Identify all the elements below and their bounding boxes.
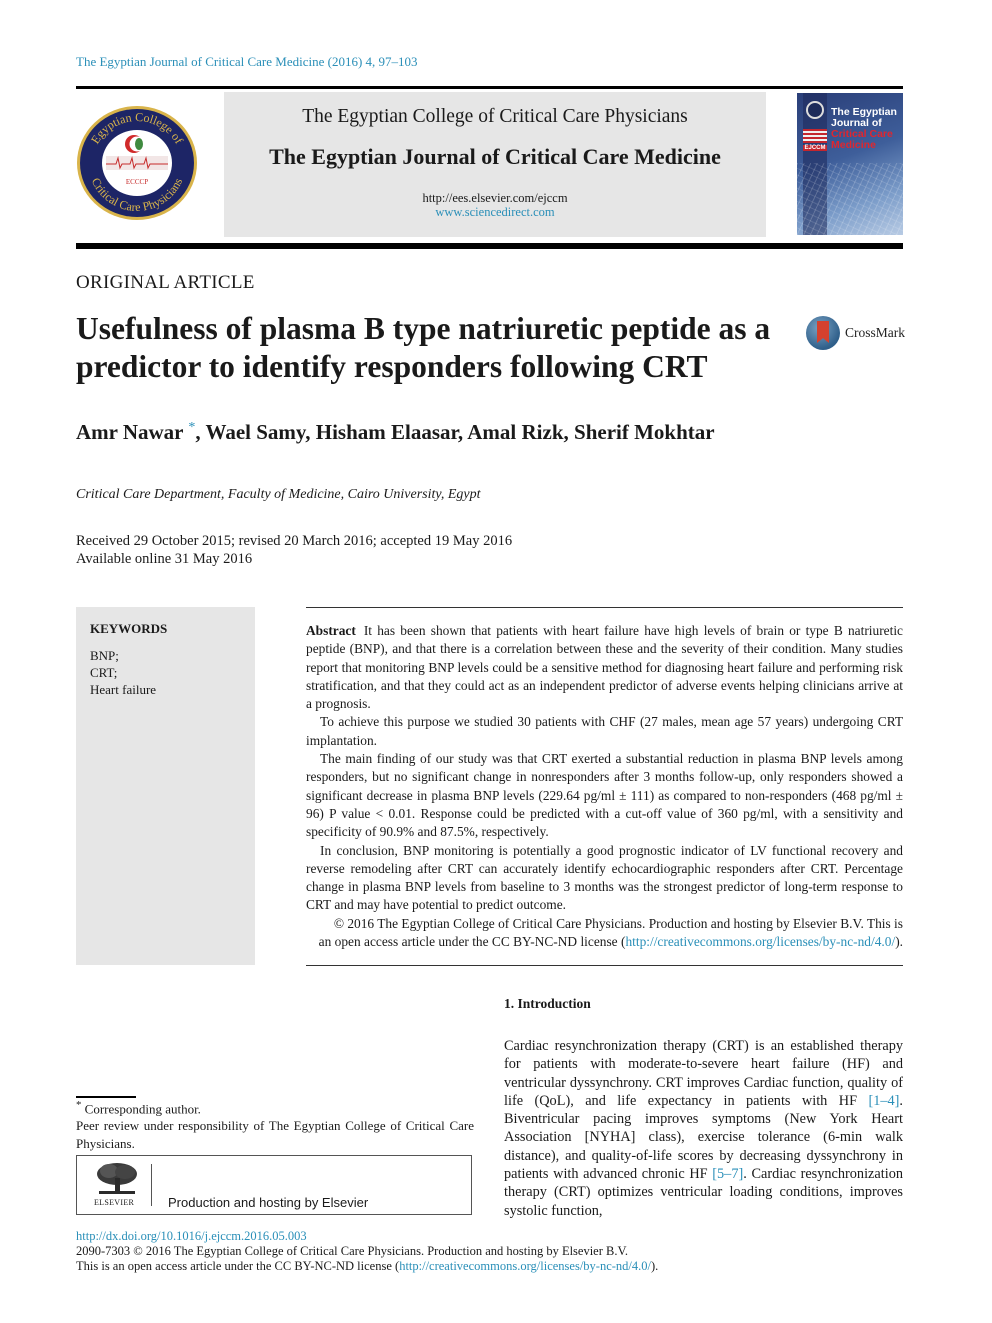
footnote-rule [76,1096,136,1098]
footnote-mark: * [76,1099,82,1111]
license-prefix: This is an open access article under the… [76,1259,400,1273]
doi-link[interactable]: http://dx.doi.org/10.1016/j.ejccm.2016.0… [76,1229,307,1244]
author-list: Amr Nawar *, Wael Samy, Hisham Elaasar, … [76,420,715,445]
keyword-item: Heart failure [90,682,157,697]
cover-seal-icon [806,101,824,119]
elsevier-tree-icon [97,1163,137,1194]
copyright-end: ). [895,934,903,950]
abstract-paragraph: To achieve this purpose we studied 30 pa… [306,714,903,748]
header-rule-bottom [76,243,903,249]
affiliation: Critical Care Department, Faculty of Med… [76,487,481,502]
article-title: Usefulness of plasma B type natriuretic … [76,311,771,384]
authors-rest: , Wael Samy, Hisham Elaasar, Amal Rizk, … [195,420,715,444]
crossmark-button[interactable]: CrossMark [806,316,905,352]
abstract-paragraph: The main finding of our study was that C… [306,751,903,840]
abstract-rule-bottom [306,965,903,966]
journal-reference-link[interactable]: The Egyptian Journal of Critical Care Me… [76,54,418,70]
abstract: Abstract It has been shown that patients … [306,622,903,951]
sciencedirect-link[interactable]: www.sciencedirect.com [224,205,766,220]
crossmark-label: CrossMark [845,325,905,340]
header-rule-top [76,86,903,89]
keyword-item: CRT; [90,665,118,680]
corresponding-author-note: * Corresponding author. [76,1099,201,1117]
online-date: Available online 31 May 2016 [76,551,253,567]
production-hosting-label: Production and hosting by Elsevier [168,1195,369,1210]
keywords-panel: KEYWORDS BNP; CRT; Heart failure [76,607,255,965]
logo-acronym: ECCCP [126,178,148,186]
cover-pattern [797,163,903,235]
footer-license-link[interactable]: http://creativecommons.org/licenses/by-n… [399,1259,651,1273]
keywords-heading: KEYWORDS [90,621,168,636]
cover-title-line2: Critical Care Medicine [831,128,893,151]
license-suffix: ). [650,1259,659,1273]
license-link[interactable]: http://creativecommons.org/licenses/by-n… [625,934,895,949]
abstract-copyright: © 2016 The Egyptian College of Critical … [306,915,903,952]
author-first: Amr Nawar [76,420,184,444]
elsevier-wordmark: ELSEVIER [94,1198,135,1207]
elsevier-hosting-box: ELSEVIER Production and hosting by Elsev… [76,1155,472,1215]
college-name: The Egyptian College of Critical Care Ph… [302,106,688,127]
journal-banner: The Egyptian College of Critical Care Ph… [224,92,766,237]
citation-link[interactable]: [1–4] [868,1093,899,1109]
keyword-item: BNP; [90,648,119,663]
history-dates: Received 29 October 2015; revised 20 Mar… [76,533,513,549]
ees-url-link[interactable]: http://ees.elsevier.com/ejccm [224,191,766,206]
journal-cover-image: EJCCM The Egyptian Journal of Critical C… [797,93,903,235]
society-logo: Egyptian College of Critical Care Physic… [76,104,198,222]
issn-copyright: 2090-7303 © 2016 The Egyptian College of… [76,1244,629,1258]
abstract-text: It has been shown that patients with hea… [306,623,903,712]
citation-link[interactable]: [5–7] [712,1166,743,1182]
section-heading-introduction: 1. Introduction [504,996,591,1011]
footnote-text: Corresponding author. [84,1101,201,1117]
abstract-paragraph: In conclusion, BNP monitoring is potenti… [306,842,903,913]
footer-license: This is an open access article under the… [76,1259,658,1274]
article-type-label: ORIGINAL ARTICLE [76,272,255,293]
abstract-label: Abstract [306,623,356,638]
box-separator [151,1164,152,1206]
cover-title-line1: The Egyptian Journal of [831,106,897,129]
abstract-paragraph: Abstract It has been shown that patients … [306,622,903,713]
cover-badge: EJCCM [803,145,827,151]
intro-text-segment: Cardiac resynchronization therapy (CRT) … [504,1038,903,1109]
cover-red-bars [803,129,827,143]
article-dates: Received 29 October 2015; revised 20 Mar… [76,532,512,568]
abstract-rule-top [306,607,903,608]
journal-name: The Egyptian Journal of Critical Care Me… [269,144,721,169]
introduction-text: Cardiac resynchronization therapy (CRT) … [504,1037,903,1220]
keywords-list: BNP; CRT; Heart failure [90,647,156,698]
peer-review-note: Peer review under responsibility of The … [76,1118,474,1151]
